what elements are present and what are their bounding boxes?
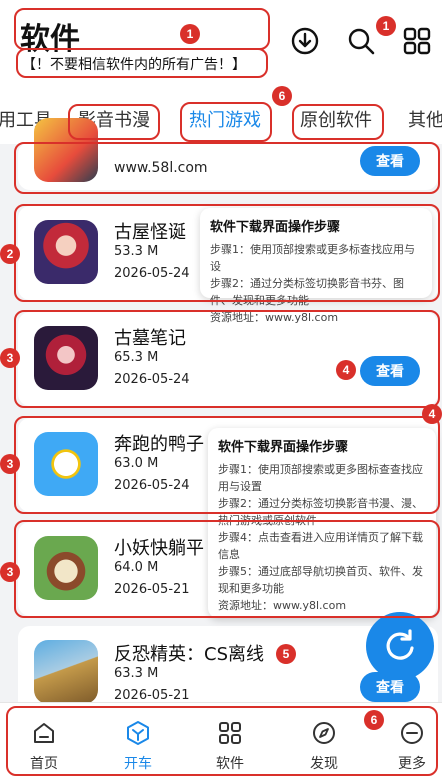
annotation-box — [14, 310, 440, 408]
annotation-box — [16, 48, 268, 78]
app-date: 2026-05-21 — [114, 688, 190, 703]
app-size: 63.3 M — [114, 666, 159, 681]
annotation-box — [68, 104, 160, 140]
annotation-box — [292, 104, 384, 140]
grid-menu-icon[interactable] — [402, 26, 432, 56]
annotation-box — [14, 520, 440, 618]
annotation-badge: 3 — [0, 348, 20, 368]
tab-other[interactable]: 其他 — [408, 106, 442, 132]
download-icon[interactable] — [290, 26, 320, 56]
annotation-badge: 6 — [272, 86, 292, 106]
annotation-box — [14, 142, 440, 194]
refresh-button[interactable] — [366, 612, 434, 680]
annotation-badge: 4 — [422, 404, 442, 424]
annotation-badge: 1 — [180, 24, 200, 44]
annotation-badge: 2 — [0, 244, 20, 264]
annotation-box — [14, 8, 270, 50]
annotation-box — [14, 416, 440, 514]
annotation-badge: 4 — [336, 360, 356, 380]
annotation-box — [14, 204, 440, 302]
annotation-badge: 3 — [0, 562, 20, 582]
annotation-badge: 1 — [376, 16, 396, 36]
search-icon[interactable] — [346, 26, 376, 56]
app-name: 反恐精英：CS离线 — [114, 644, 264, 665]
annotation-badge: 3 — [0, 454, 20, 474]
annotation-box — [180, 102, 272, 142]
annotation-badge: 5 — [276, 644, 296, 664]
refresh-icon — [386, 629, 414, 660]
annotation-badge: 6 — [364, 710, 384, 730]
app-icon — [34, 640, 98, 704]
